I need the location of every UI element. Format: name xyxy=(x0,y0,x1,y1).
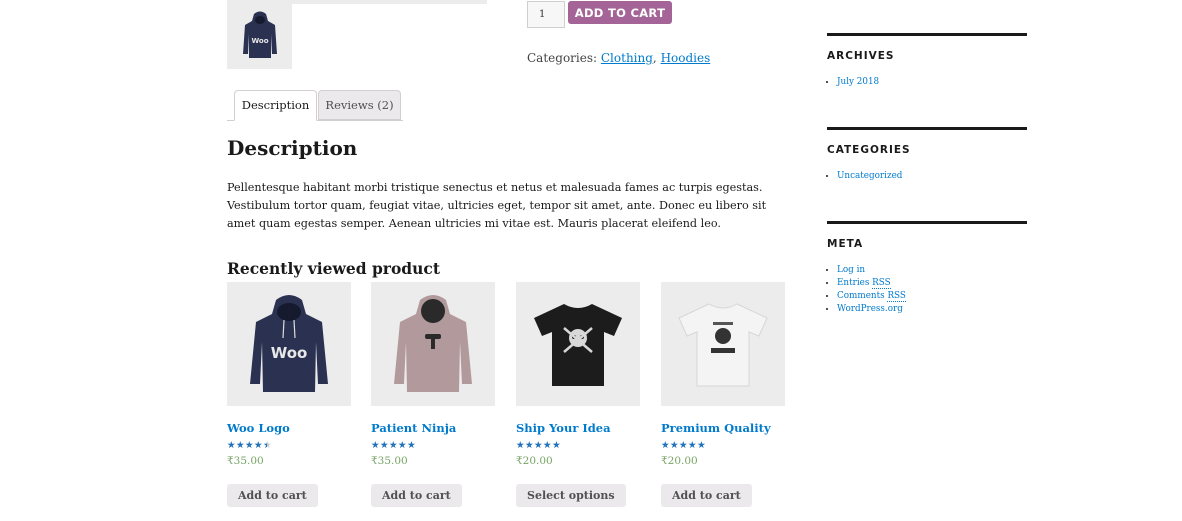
product-image-link[interactable] xyxy=(661,282,785,406)
archives-list: July 2018 xyxy=(827,76,1027,89)
widget-rule xyxy=(827,33,1027,36)
category-separator: , xyxy=(652,51,657,65)
product-price: ₹35.00 xyxy=(227,455,264,467)
add-to-cart-button[interactable]: ADD TO CART xyxy=(568,1,672,24)
select-options-button[interactable]: Select options xyxy=(516,484,626,507)
star-rating: ★★★★★★★★★★ xyxy=(371,440,417,451)
product-categories: Categories: Clothing, Hoodies xyxy=(527,51,710,65)
categories-label: Categories: xyxy=(527,51,598,65)
description-heading: Description xyxy=(227,136,358,160)
product-name-link[interactable]: Ship Your Idea xyxy=(516,421,640,435)
product-price: ₹20.00 xyxy=(516,455,553,467)
product-card: Ship Your Idea ★★★★★ ★★★★★ ₹20.00 Select … xyxy=(516,282,640,507)
black-tshirt-icon xyxy=(534,304,622,386)
tab-description[interactable]: Description xyxy=(234,90,317,121)
list-item: Comments RSS xyxy=(837,290,1027,303)
product-name-link[interactable]: Woo Logo xyxy=(227,421,351,435)
comments-rss-link[interactable]: Comments RSS xyxy=(837,291,906,302)
list-item: Uncategorized xyxy=(837,170,1027,183)
rss-abbr: RSS xyxy=(887,291,906,302)
tab-reviews[interactable]: Reviews (2) xyxy=(318,90,401,120)
widget-title: META xyxy=(827,238,864,250)
entries-label: Entries xyxy=(837,278,873,288)
add-to-cart-button[interactable]: Add to cart xyxy=(371,484,462,507)
product-image-link[interactable] xyxy=(516,282,640,406)
product-name-link[interactable]: Premium Quality xyxy=(661,421,785,435)
add-to-cart-button[interactable]: Add to cart xyxy=(227,484,318,507)
add-to-cart-button[interactable]: Add to cart xyxy=(661,484,752,507)
category-link[interactable]: Uncategorized xyxy=(837,171,902,181)
entries-rss-link[interactable]: Entries RSS xyxy=(837,278,891,289)
white-tshirt-icon xyxy=(678,303,768,387)
meta-widget: META Log in Entries RSS Comments RSS Wor… xyxy=(827,221,1027,316)
gallery-strip xyxy=(292,0,487,4)
svg-text:Woo: Woo xyxy=(251,37,268,45)
widget-title: CATEGORIES xyxy=(827,144,911,156)
product-card: Patient Ninja ★★★★★ ★★★★★ ₹35.00 Add to c… xyxy=(371,282,495,507)
svg-text:Woo: Woo xyxy=(271,344,308,362)
list-item: Log in xyxy=(837,264,1027,277)
star-rating: ★★★★★★★★★★ xyxy=(516,440,562,451)
product-image-link[interactable] xyxy=(371,282,495,406)
product-tabs: Reviews (2) Description xyxy=(227,90,403,121)
product-price: ₹20.00 xyxy=(661,455,698,467)
navy-hoodie-icon: Woo xyxy=(250,295,328,392)
list-item: WordPress.org xyxy=(837,303,1027,316)
list-item: Entries RSS xyxy=(837,277,1027,290)
product-card: Premium Quality ★★★★★ ★★★★★ ₹20.00 Add to… xyxy=(661,282,785,507)
wordpress-link[interactable]: WordPress.org xyxy=(837,304,903,314)
quantity-input[interactable] xyxy=(527,1,565,28)
comments-label: Comments xyxy=(837,291,888,301)
widget-title: ARCHIVES xyxy=(827,50,895,62)
archive-link[interactable]: July 2018 xyxy=(837,77,879,87)
product-price: ₹35.00 xyxy=(371,455,408,467)
log-in-link[interactable]: Log in xyxy=(837,265,865,275)
rss-abbr: RSS xyxy=(872,278,891,289)
widget-rule xyxy=(827,127,1027,130)
category-link-hoodies[interactable]: Hoodies xyxy=(661,51,711,65)
categories-widget: CATEGORIES Uncategorized xyxy=(827,127,1027,183)
mauve-hoodie-icon xyxy=(394,295,472,392)
category-link-clothing[interactable]: Clothing xyxy=(601,51,653,65)
product-name-link[interactable]: Patient Ninja xyxy=(371,421,495,435)
star-rating: ★★★★★★★★★★ xyxy=(661,440,707,451)
description-text: Pellentesque habitant morbi tristique se… xyxy=(227,181,767,230)
categories-list: Uncategorized xyxy=(827,170,1027,183)
list-item: July 2018 xyxy=(837,76,1027,89)
gallery-thumbnail[interactable]: Woo xyxy=(227,0,292,69)
product-card: Woo Woo Logo ★★★★★★★★★★ ₹35.00 Add to ca… xyxy=(227,282,351,507)
archives-widget: ARCHIVES July 2018 xyxy=(827,33,1027,89)
meta-list: Log in Entries RSS Comments RSS WordPres… xyxy=(827,264,1027,316)
star-rating: ★★★★★★★★★★ xyxy=(227,440,273,451)
recently-viewed-heading: Recently viewed product xyxy=(227,259,441,278)
product-image-link[interactable]: Woo xyxy=(227,282,351,406)
widget-rule xyxy=(827,221,1027,224)
hoodie-thumbnail-icon: Woo xyxy=(242,11,277,58)
